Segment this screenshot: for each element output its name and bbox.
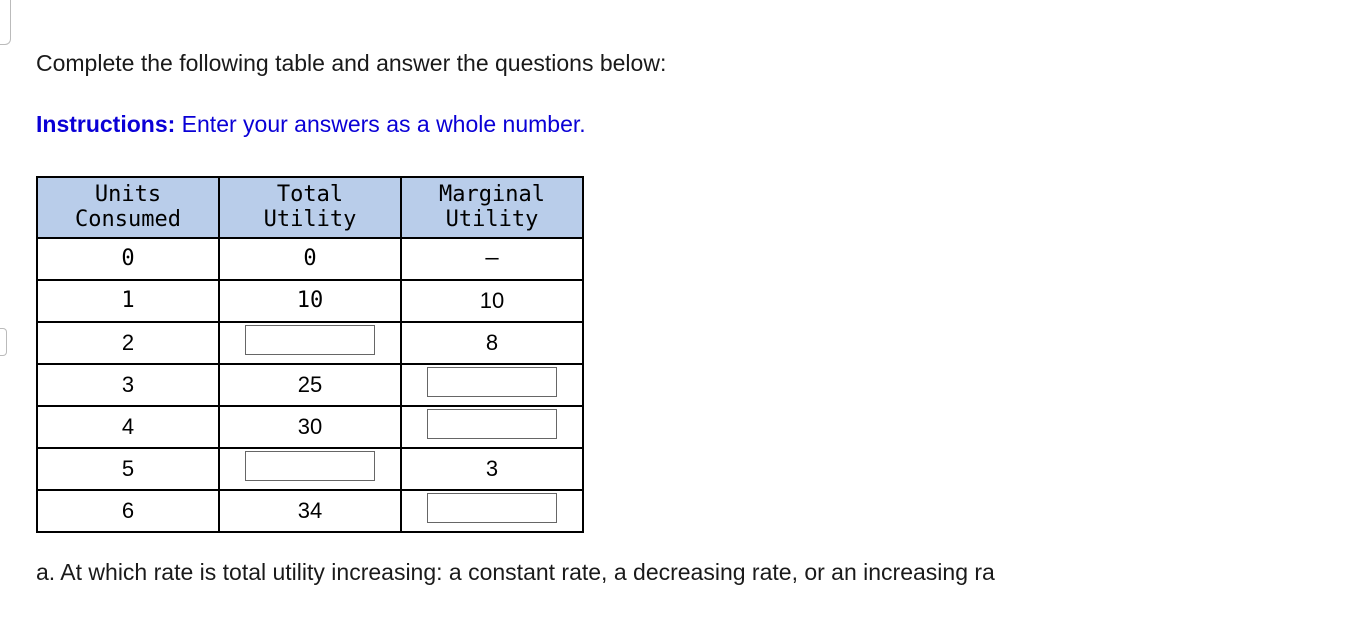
header-total-line2: Utility — [264, 207, 357, 232]
table-header-row: Units Consumed Total Utility Marginal Ut… — [37, 177, 583, 238]
cell-marginal: 3 — [401, 448, 583, 490]
cell-marginal-input-wrap — [401, 364, 583, 406]
left-border-stub-top — [0, 0, 11, 45]
table-row: 0 0 – — [37, 238, 583, 280]
prompt-text: Complete the following table and answer … — [36, 50, 1362, 77]
header-units: Units Consumed — [37, 177, 219, 238]
cell-units: 6 — [37, 490, 219, 532]
cell-total: 10 — [219, 280, 401, 322]
utility-table: Units Consumed Total Utility Marginal Ut… — [36, 176, 584, 533]
cell-marginal: 8 — [401, 322, 583, 364]
cell-total-input-wrap — [219, 322, 401, 364]
instructions-text: Enter your answers as a whole number. — [175, 111, 585, 137]
cell-total: 0 — [219, 238, 401, 280]
cell-marginal-input-wrap — [401, 406, 583, 448]
cell-units: 3 — [37, 364, 219, 406]
header-units-line1: Units — [95, 182, 161, 207]
cell-marginal: – — [401, 238, 583, 280]
marginal-utility-input[interactable] — [427, 409, 557, 439]
cell-marginal: 10 — [401, 280, 583, 322]
table-body: 0 0 – 1 10 10 2 8 3 25 4 30 — [37, 238, 583, 532]
header-units-line2: Consumed — [75, 207, 181, 232]
table-row: 4 30 — [37, 406, 583, 448]
instructions-line: Instructions: Enter your answers as a wh… — [36, 111, 1362, 138]
header-marginal-line1: Marginal — [439, 182, 545, 207]
total-utility-input[interactable] — [245, 325, 375, 355]
header-marginal: Marginal Utility — [401, 177, 583, 238]
header-total-line1: Total — [277, 182, 343, 207]
cell-total: 25 — [219, 364, 401, 406]
cell-total: 30 — [219, 406, 401, 448]
question-content: Complete the following table and answer … — [0, 0, 1362, 586]
header-marginal-line2: Utility — [446, 207, 539, 232]
left-border-stub-mid — [0, 328, 7, 356]
table-row: 2 8 — [37, 322, 583, 364]
marginal-utility-input[interactable] — [427, 493, 557, 523]
cell-marginal-input-wrap — [401, 490, 583, 532]
cell-units: 0 — [37, 238, 219, 280]
question-a: a. At which rate is total utility increa… — [36, 559, 1362, 586]
marginal-utility-input[interactable] — [427, 367, 557, 397]
cell-total: 34 — [219, 490, 401, 532]
table-row: 3 25 — [37, 364, 583, 406]
cell-units: 2 — [37, 322, 219, 364]
cell-units: 1 — [37, 280, 219, 322]
cell-total-input-wrap — [219, 448, 401, 490]
cell-units: 5 — [37, 448, 219, 490]
instructions-label: Instructions: — [36, 111, 175, 137]
table-row: 5 3 — [37, 448, 583, 490]
header-total: Total Utility — [219, 177, 401, 238]
total-utility-input[interactable] — [245, 451, 375, 481]
table-row: 6 34 — [37, 490, 583, 532]
table-row: 1 10 10 — [37, 280, 583, 322]
cell-units: 4 — [37, 406, 219, 448]
